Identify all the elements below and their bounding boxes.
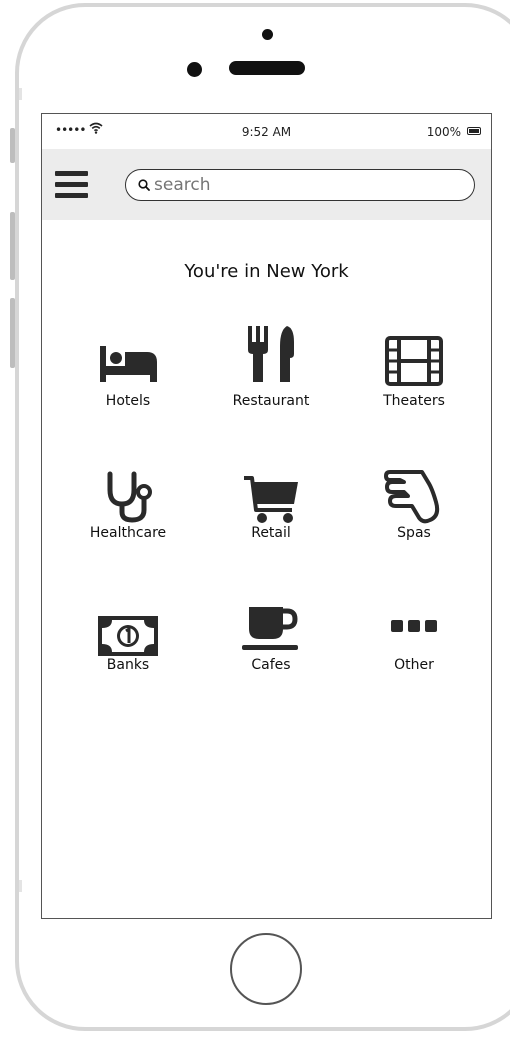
- category-label: Banks: [106, 657, 150, 673]
- search-bar[interactable]: [125, 169, 475, 201]
- category-hotels[interactable]: Hotels: [68, 342, 188, 432]
- proximity-sensor: [187, 62, 202, 77]
- more-dots-icon: [391, 620, 437, 632]
- money-bill-icon: [98, 616, 158, 656]
- bed-icon: [100, 346, 157, 382]
- header-bar: [42, 149, 491, 220]
- search-icon: [138, 179, 150, 191]
- coffee-cup-icon: [242, 607, 298, 650]
- volume-up-button: [10, 212, 15, 280]
- category-spas[interactable]: Spas: [354, 470, 474, 564]
- category-label: Retail: [251, 525, 291, 541]
- category-cafes[interactable]: Cafes: [211, 606, 331, 696]
- category-label: Other: [394, 657, 434, 673]
- status-bar: ••••• 9:52 AM 100%: [42, 114, 491, 149]
- status-time: 9:52 AM: [241, 125, 292, 139]
- shopping-cart-icon: [244, 476, 298, 523]
- category-label: Hotels: [105, 393, 151, 409]
- hand-icon: [384, 470, 440, 524]
- antenna-line: [19, 88, 22, 100]
- category-theaters[interactable]: Theaters: [354, 336, 474, 432]
- earpiece-speaker: [229, 61, 305, 75]
- hamburger-menu-icon[interactable]: [55, 169, 88, 201]
- category-restaurant[interactable]: Restaurant: [211, 326, 331, 432]
- volume-down-button: [10, 298, 15, 368]
- front-camera: [262, 29, 273, 40]
- screen: ••••• 9:52 AM 100% You're in New York: [41, 113, 492, 919]
- category-banks[interactable]: Banks: [68, 606, 188, 696]
- battery-percentage: 100%: [426, 125, 461, 139]
- battery-icon: [467, 127, 481, 135]
- film-icon: [385, 336, 443, 386]
- category-label: Healthcare: [89, 525, 167, 541]
- fork-knife-icon: [248, 326, 294, 382]
- mute-switch: [10, 128, 15, 163]
- location-heading: You're in New York: [184, 261, 349, 282]
- category-label: Cafes: [251, 657, 291, 673]
- stethoscope-icon: [107, 471, 152, 523]
- category-label: Restaurant: [232, 393, 310, 409]
- antenna-line: [19, 880, 22, 892]
- search-input[interactable]: [154, 172, 454, 198]
- category-label: Spas: [397, 525, 431, 541]
- category-label: Theaters: [383, 393, 445, 409]
- category-retail[interactable]: Retail: [211, 474, 331, 564]
- home-button[interactable]: [230, 933, 302, 1005]
- category-other[interactable]: Other: [354, 606, 474, 696]
- category-healthcare[interactable]: Healthcare: [68, 471, 188, 564]
